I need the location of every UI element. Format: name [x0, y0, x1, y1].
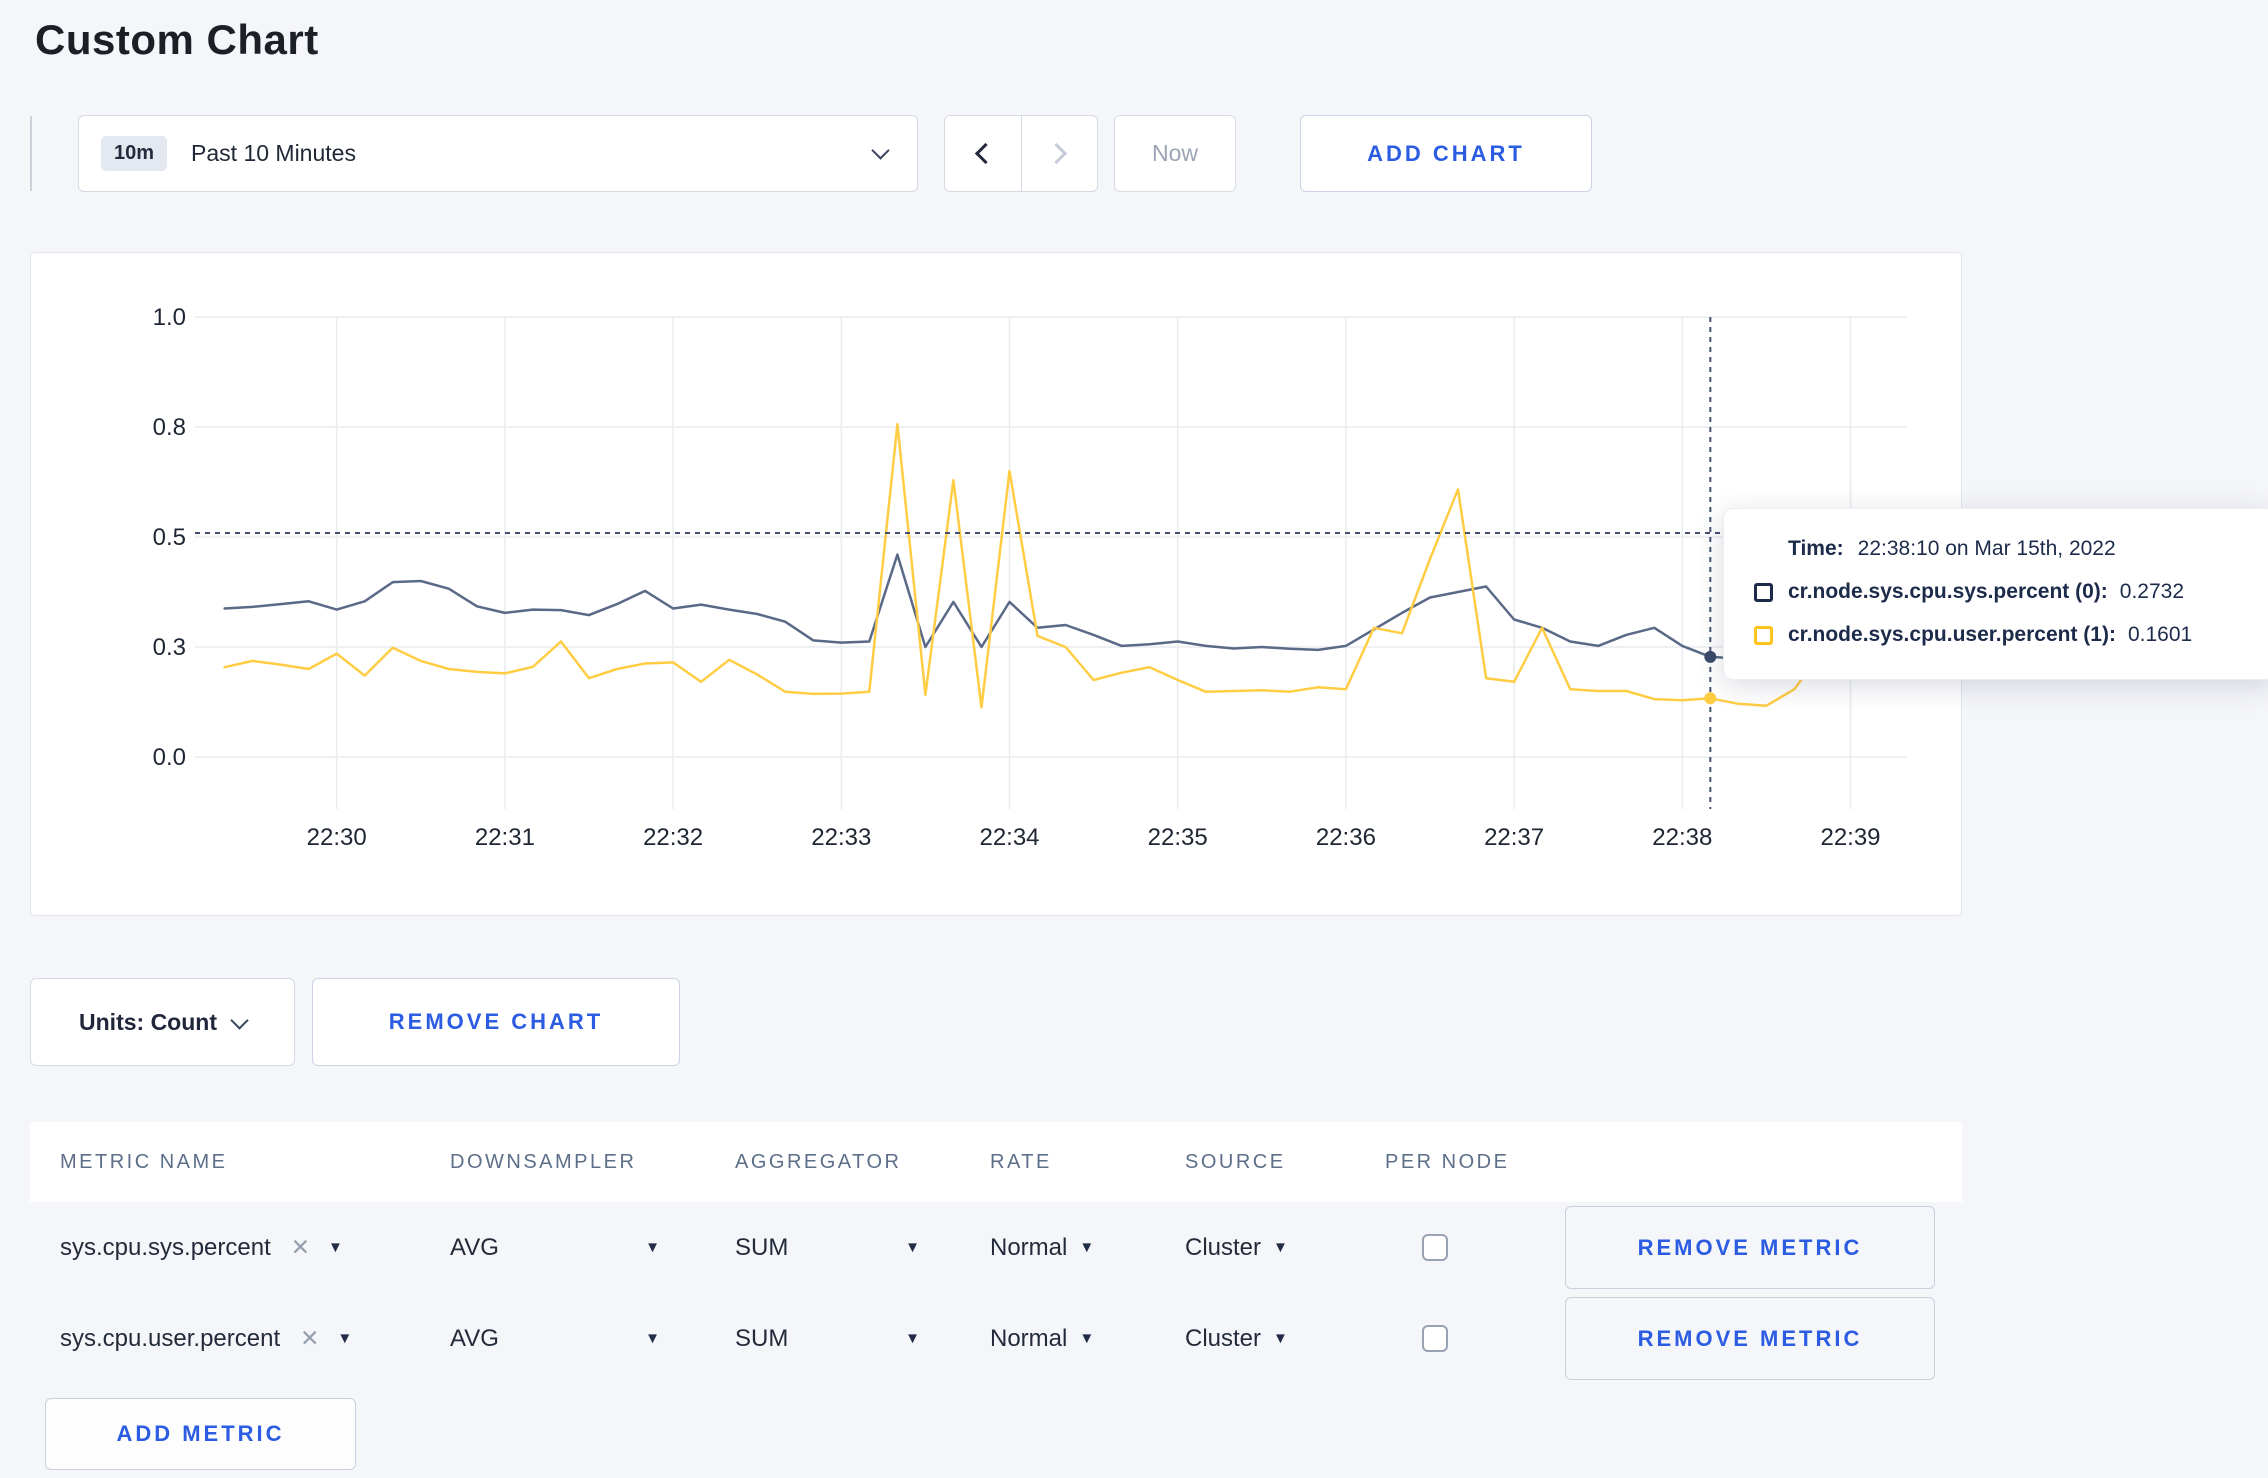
caret-down-icon: ▼	[905, 1239, 920, 1256]
svg-text:22:39: 22:39	[1820, 824, 1880, 851]
metrics-table: METRIC NAME DOWNSAMPLER AGGREGATOR RATE …	[30, 1122, 1962, 1478]
downsampler-value: AVG	[450, 1324, 499, 1352]
clear-metric-icon[interactable]: ✕	[300, 1325, 319, 1352]
per-node-checkbox[interactable]	[1422, 1325, 1448, 1352]
add-chart-button[interactable]: ADD CHART	[1300, 115, 1592, 192]
svg-text:0.0: 0.0	[153, 744, 186, 771]
tooltip-series-row: cr.node.sys.cpu.user.percent (1): 0.1601	[1754, 623, 2244, 647]
tooltip-series-name: cr.node.sys.cpu.user.percent (1):	[1788, 623, 2116, 646]
downsampler-value: AVG	[450, 1233, 499, 1261]
metric-name-dropdown[interactable]: sys.cpu.sys.percent ✕ ▼	[30, 1234, 420, 1262]
time-range-label: Past 10 Minutes	[191, 140, 356, 166]
caret-down-icon: ▼	[645, 1330, 660, 1347]
series-swatch-user	[1754, 625, 1773, 645]
clear-metric-icon[interactable]: ✕	[291, 1234, 310, 1261]
header-downsampler: DOWNSAMPLER	[450, 1150, 637, 1173]
aggregator-dropdown[interactable]: SUM ▼	[735, 1234, 920, 1262]
tooltip-time: Time: 22:38:10 on Mar 15th, 2022	[1754, 537, 2244, 561]
caret-down-icon: ▼	[1079, 1239, 1095, 1256]
svg-text:22:37: 22:37	[1484, 824, 1544, 851]
caret-down-icon: ▼	[645, 1239, 660, 1256]
page-title: Custom Chart	[35, 16, 319, 63]
metric-name-dropdown[interactable]: sys.cpu.user.percent ✕ ▼	[30, 1325, 420, 1353]
rate-dropdown[interactable]: Normal ▼	[960, 1325, 1155, 1353]
downsampler-dropdown[interactable]: AVG ▼	[450, 1234, 660, 1262]
aggregator-value: SUM	[735, 1233, 789, 1261]
caret-down-icon: ▼	[337, 1330, 353, 1347]
chevron-down-icon	[230, 1010, 249, 1030]
units-select[interactable]: Units: Count	[30, 978, 295, 1066]
chevron-right-icon	[1045, 142, 1067, 165]
source-value: Cluster	[1185, 1324, 1262, 1352]
rate-value: Normal	[990, 1324, 1068, 1352]
tooltip-series-row: cr.node.sys.cpu.sys.percent (0): 0.2732	[1754, 580, 2244, 604]
chevron-down-icon	[871, 141, 890, 160]
add-metric-button[interactable]: ADD METRIC	[45, 1398, 356, 1470]
header-metric-name: METRIC NAME	[60, 1150, 228, 1173]
now-button[interactable]: Now	[1114, 115, 1236, 192]
timeseries-chart[interactable]: 0.0 0.3 0.5 0.8 1.0 22:30 22:31 22:32 22:33 22:34…	[31, 253, 1963, 917]
header-source: SOURCE	[1185, 1150, 1286, 1173]
tooltip-series-value: 0.2732	[2119, 580, 2185, 603]
aggregator-dropdown[interactable]: SUM ▼	[735, 1325, 920, 1353]
caret-down-icon: ▼	[1273, 1239, 1288, 1256]
svg-text:22:30: 22:30	[307, 824, 367, 851]
tooltip-time-label: Time:	[1788, 537, 1844, 560]
metric-row: sys.cpu.sys.percent ✕ ▼ AVG ▼ SUM ▼ Norm…	[30, 1202, 1962, 1293]
per-node-checkbox[interactable]	[1422, 1234, 1448, 1261]
source-dropdown[interactable]: Cluster ▼	[1155, 1325, 1355, 1353]
metrics-table-header: METRIC NAME DOWNSAMPLER AGGREGATOR RATE …	[30, 1122, 1962, 1202]
header-aggregator: AGGREGATOR	[735, 1150, 902, 1173]
svg-text:0.3: 0.3	[153, 634, 186, 661]
header-rate: RATE	[990, 1150, 1052, 1173]
svg-text:22:38: 22:38	[1652, 824, 1712, 851]
caret-down-icon: ▼	[1273, 1330, 1288, 1347]
chart-tooltip: Time: 22:38:10 on Mar 15th, 2022 cr.node.…	[1723, 508, 2268, 680]
metric-row: sys.cpu.user.percent ✕ ▼ AVG ▼ SUM ▼ Nor…	[30, 1293, 1962, 1384]
caret-down-icon: ▼	[328, 1239, 343, 1256]
caret-down-icon: ▼	[1079, 1330, 1095, 1347]
rate-value: Normal	[990, 1233, 1068, 1261]
tooltip-series-value: 0.1601	[2127, 623, 2193, 646]
chart-card: 0.0 0.3 0.5 0.8 1.0 22:30 22:31 22:32 22:33 22:34…	[30, 252, 1962, 916]
svg-text:0.5: 0.5	[153, 524, 186, 551]
tooltip-time-value: 22:38:10 on Mar 15th, 2022	[1857, 537, 2116, 560]
caret-down-icon: ▼	[905, 1330, 920, 1347]
svg-text:1.0: 1.0	[153, 304, 186, 331]
svg-text:22:31: 22:31	[475, 824, 535, 851]
header-per-node: PER NODE	[1385, 1150, 1510, 1173]
aggregator-value: SUM	[735, 1324, 789, 1352]
metric-name-value: sys.cpu.sys.percent	[60, 1233, 271, 1261]
source-dropdown[interactable]: Cluster ▼	[1155, 1234, 1355, 1262]
time-next-button[interactable]	[1020, 116, 1098, 191]
remove-metric-button[interactable]: REMOVE METRIC	[1565, 1297, 1935, 1380]
toolbar-divider	[30, 116, 32, 191]
metrics-table-body: sys.cpu.sys.percent ✕ ▼ AVG ▼ SUM ▼ Norm…	[30, 1202, 1962, 1478]
svg-text:22:34: 22:34	[979, 824, 1039, 851]
remove-metric-button[interactable]: REMOVE METRIC	[1565, 1206, 1935, 1289]
svg-text:22:32: 22:32	[643, 824, 703, 851]
svg-text:22:35: 22:35	[1148, 824, 1208, 851]
tooltip-series-name: cr.node.sys.cpu.sys.percent (0):	[1788, 580, 2108, 603]
time-prev-button[interactable]	[945, 116, 1021, 191]
time-range-select[interactable]: 10m Past 10 Minutes	[78, 115, 918, 192]
metric-name-value: sys.cpu.user.percent	[60, 1324, 281, 1352]
custom-chart-page: Custom Chart 10m Past 10 Minutes Now ADD…	[0, 0, 2268, 1478]
rate-dropdown[interactable]: Normal ▼	[960, 1234, 1155, 1262]
time-nav-group	[944, 115, 1098, 192]
units-label: Units: Count	[79, 1008, 217, 1035]
svg-text:0.8: 0.8	[153, 414, 186, 441]
downsampler-dropdown[interactable]: AVG ▼	[450, 1325, 660, 1353]
remove-chart-button[interactable]: REMOVE CHART	[312, 978, 680, 1066]
chevron-left-icon	[975, 142, 997, 165]
svg-text:22:36: 22:36	[1316, 824, 1376, 851]
time-range-badge: 10m	[101, 136, 168, 171]
source-value: Cluster	[1185, 1233, 1262, 1261]
svg-text:22:33: 22:33	[811, 824, 871, 851]
series-swatch-sys	[1754, 582, 1773, 602]
